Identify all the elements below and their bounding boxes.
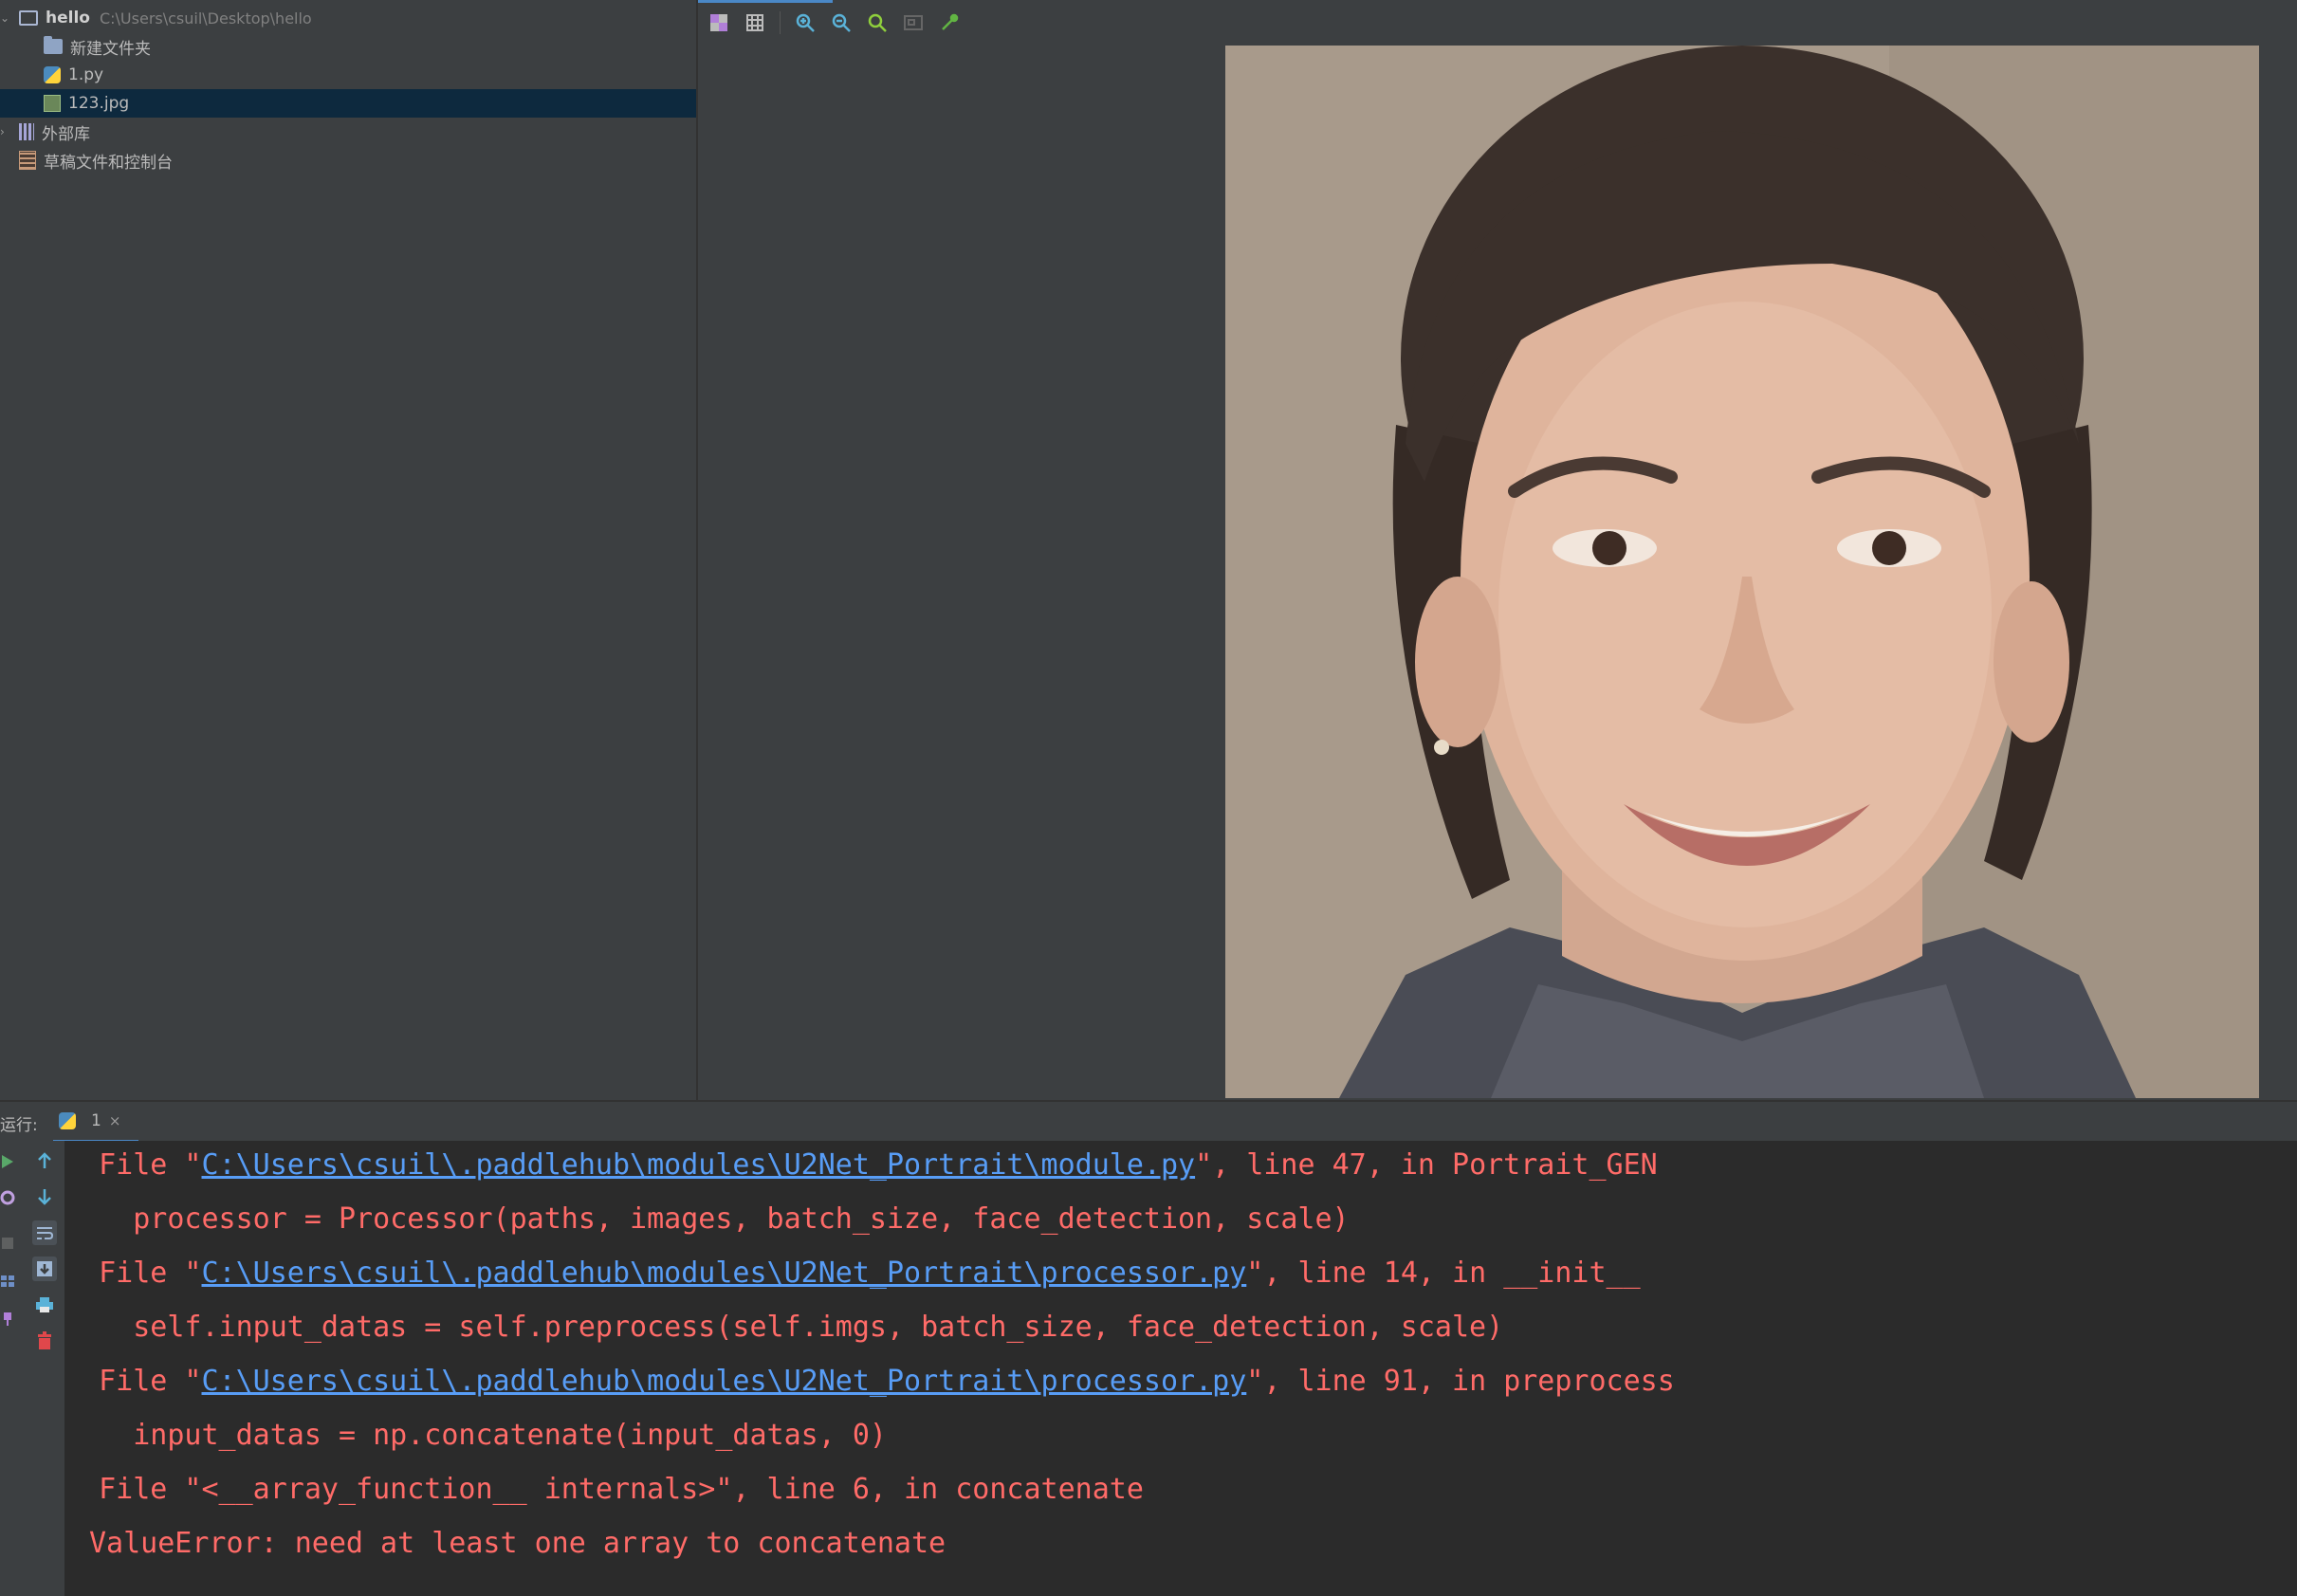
project-tool-window: ⌄ hello C:\Users\csuil\Desktop\hello 新建文… (0, 0, 698, 1100)
console-line: File "<__array_function__ internals>", l… (64, 1473, 1144, 1506)
tree-item-new-folder[interactable]: 新建文件夹 (0, 32, 696, 61)
folder-icon (19, 10, 38, 26)
tree-item-label: 1.py (68, 65, 104, 84)
trash-icon[interactable] (32, 1329, 57, 1353)
stop-icon[interactable] (0, 1236, 15, 1251)
toolbar-separator (780, 11, 781, 34)
soft-wrap-icon[interactable] (32, 1220, 57, 1245)
tree-item-1-py[interactable]: 1.py (0, 61, 696, 89)
zoom-out-icon[interactable] (830, 11, 853, 34)
console-side-toolbar (23, 1141, 65, 1596)
rerun-icon[interactable] (0, 1154, 15, 1169)
python-file-icon (44, 66, 61, 83)
portrait-photo (1225, 46, 2259, 1098)
tree-item-external-libraries[interactable]: › 外部库 (0, 118, 696, 146)
fit-window-icon[interactable] (902, 11, 925, 34)
run-tool-window-header: 运行: 1 × (0, 1100, 2297, 1143)
console-line: File "C:\Users\csuil\.paddlehub\modules\… (64, 1365, 1675, 1398)
color-picker-icon[interactable] (938, 11, 961, 34)
python-file-icon (59, 1112, 76, 1129)
expand-arrow-icon[interactable]: ⌄ (0, 11, 9, 25)
image-preview-123-jpg (1225, 46, 2259, 1098)
grid-icon[interactable] (744, 11, 766, 34)
pin-icon[interactable] (0, 1312, 15, 1327)
file-link[interactable]: C:\Users\csuil\.paddlehub\modules\U2Net_… (202, 1148, 1196, 1182)
zoom-in-icon[interactable] (794, 11, 817, 34)
close-tab-icon[interactable]: × (109, 1112, 121, 1129)
tree-item-label: 外部库 (42, 124, 90, 144)
folder-icon (44, 36, 63, 54)
run-console-output: File "C:\Users\csuil\.paddlehub\modules\… (64, 1141, 2297, 1596)
tree-item-label: 123.jpg (68, 94, 130, 113)
file-link[interactable]: C:\Users\csuil\.paddlehub\modules\U2Net_… (202, 1257, 1247, 1290)
image-toolbar (707, 11, 961, 34)
run-tab-label: 1 (91, 1111, 101, 1130)
error-message: ValueError: need at least one array to c… (89, 1527, 946, 1560)
console-line: File "C:\Users\csuil\.paddlehub\modules\… (64, 1257, 1641, 1290)
image-editor (698, 0, 2297, 1100)
library-icon (19, 123, 34, 140)
editor-tab-indicator (698, 0, 833, 3)
root-folder-path: C:\Users\csuil\Desktop\hello (99, 9, 312, 28)
collapsed-arrow-icon[interactable]: › (0, 125, 9, 138)
console-line: processor = Processor(paths, images, bat… (64, 1202, 1350, 1236)
image-file-icon (44, 95, 61, 112)
tree-item-scratches[interactable]: 草稿文件和控制台 (0, 146, 696, 174)
file-link[interactable]: C:\Users\csuil\.paddlehub\modules\U2Net_… (202, 1365, 1247, 1398)
tree-item-label: 草稿文件和控制台 (44, 153, 173, 173)
console-line: File "C:\Users\csuil\.paddlehub\modules\… (64, 1148, 1658, 1182)
run-tab-1[interactable]: 1 × (53, 1102, 138, 1143)
tree-item-123-jpg[interactable]: 123.jpg (0, 89, 696, 118)
scroll-down-icon[interactable] (32, 1184, 57, 1209)
settings-icon[interactable] (0, 1190, 15, 1205)
console-line: self.input_datas = self.preprocess(self.… (64, 1311, 1504, 1344)
print-icon[interactable] (32, 1293, 57, 1317)
layout-icon[interactable] (0, 1274, 15, 1289)
scroll-up-icon[interactable] (32, 1148, 57, 1173)
tree-item-label: 新建文件夹 (70, 39, 151, 59)
actual-size-icon[interactable] (866, 11, 889, 34)
scratches-icon (19, 151, 36, 170)
run-left-toolbar (0, 1141, 24, 1596)
tree-root-hello[interactable]: ⌄ hello C:\Users\csuil\Desktop\hello (0, 4, 696, 32)
run-label: 运行: (0, 1116, 38, 1135)
chessboard-icon[interactable] (707, 11, 730, 34)
root-folder-name: hello (46, 9, 90, 28)
console-line: input_datas = np.concatenate(input_datas… (64, 1419, 887, 1452)
scroll-to-end-icon[interactable] (32, 1257, 57, 1281)
